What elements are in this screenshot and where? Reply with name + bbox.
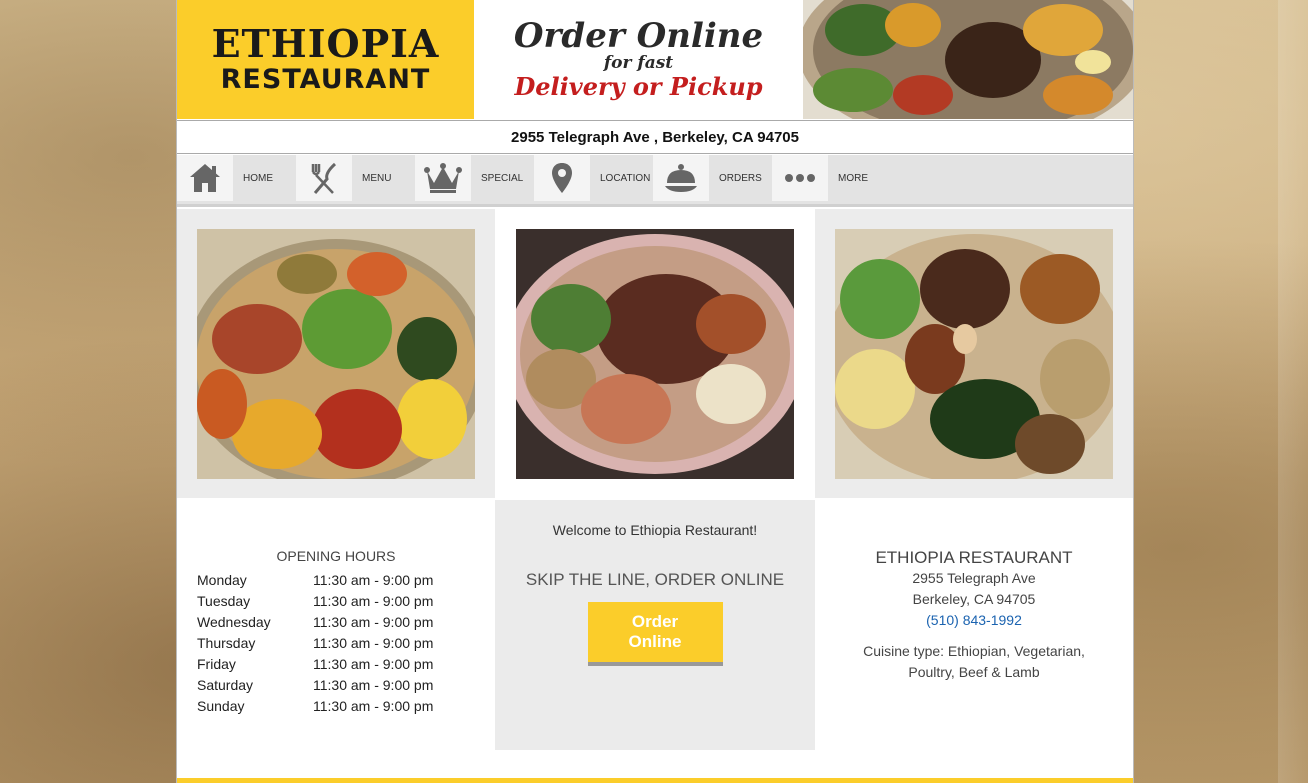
order-banner-line3: Delivery or Pickup	[514, 71, 763, 101]
photo-cell-right	[815, 209, 1133, 498]
hours-day: Friday	[197, 656, 236, 672]
logo-line2: RESTAURANT	[220, 63, 431, 95]
header-banner: ETHIOPIA RESTAURANT Order Online for fas…	[177, 0, 1133, 119]
hours-title: OPENING HOURS	[276, 548, 396, 564]
nav-label-orders: ORDERS	[719, 172, 762, 184]
street-address: 2955 Telegraph Ave	[912, 570, 1036, 586]
page-container: ETHIOPIA RESTAURANT Order Online for fas…	[176, 0, 1134, 783]
nav-label-menu: MENU	[362, 172, 392, 184]
map-pin-icon	[534, 155, 590, 201]
nav-item-home[interactable]: HOME	[177, 155, 296, 201]
hours-row: Thursday 11:30 am - 9:00 pm	[197, 633, 475, 654]
city-address: Berkeley, CA 94705	[912, 591, 1036, 607]
skip-line-heading: SKIP THE LINE, ORDER ONLINE	[525, 570, 785, 589]
nav-label-special: SPECIAL	[481, 172, 524, 184]
food-photo-3[interactable]	[835, 229, 1113, 479]
hours-day: Wednesday	[197, 614, 271, 630]
cloche-icon	[653, 155, 709, 201]
cuisine-type: Cuisine type: Ethiopian, Vegetarian, Pou…	[863, 643, 1085, 680]
hours-row: Wednesday 11:30 am - 9:00 pm	[197, 612, 475, 633]
more-dots-icon	[772, 155, 828, 201]
fork-knife-icon	[296, 155, 352, 201]
welcome-text: Welcome to Ethiopia Restaurant!	[552, 522, 758, 538]
nav-item-menu[interactable]: MENU	[296, 155, 415, 201]
photo-cell-left	[177, 209, 495, 498]
photo-cell-middle	[495, 209, 815, 498]
hours-row: Saturday 11:30 am - 9:00 pm	[197, 675, 475, 696]
hours-row: Sunday 11:30 am - 9:00 pm	[197, 696, 475, 717]
footer-strip	[177, 778, 1133, 783]
nav-label-location: LOCATION	[600, 172, 651, 184]
nav-item-more[interactable]: MORE	[772, 155, 891, 201]
contact-info: ETHIOPIA RESTAURANT 2955 Telegraph Ave B…	[815, 498, 1133, 750]
hours-day: Thursday	[197, 635, 256, 651]
order-banner-line1: Order Online	[513, 15, 764, 56]
order-online-banner[interactable]: Order Online for fast Delivery or Pickup	[474, 0, 803, 119]
hours-time: 11:30 am - 9:00 pm	[313, 614, 434, 630]
order-online-panel: Welcome to Ethiopia Restaurant! SKIP THE…	[495, 500, 815, 750]
food-photos-row	[177, 209, 1133, 498]
hours-day: Sunday	[197, 698, 245, 714]
hours-day: Monday	[197, 572, 247, 588]
info-row: OPENING HOURS Monday 11:30 am - 9:00 pm …	[177, 498, 1133, 750]
order-online-button[interactable]: Order Online	[587, 602, 723, 666]
phone-link[interactable]: (510) 843-1992	[815, 610, 1133, 631]
hours-row: Monday 11:30 am - 9:00 pm	[197, 570, 475, 591]
hours-time: 11:30 am - 9:00 pm	[313, 635, 434, 651]
banner-food-photo	[803, 0, 1133, 119]
hours-day: Saturday	[197, 677, 254, 693]
nav-label-more: MORE	[838, 172, 868, 184]
nav-item-orders[interactable]: ORDERS	[653, 155, 772, 201]
main-nav: HOME MENU SPECIAL LOCATION ORDERS MORE	[177, 155, 1133, 207]
logo-line1: ETHIOPIA	[211, 20, 440, 66]
nav-label-home: HOME	[243, 172, 273, 184]
home-icon	[177, 155, 233, 201]
nav-item-special[interactable]: SPECIAL	[415, 155, 534, 201]
hours-time: 11:30 am - 9:00 pm	[313, 593, 434, 609]
hours-day: Tuesday	[197, 593, 251, 609]
hours-row: Tuesday 11:30 am - 9:00 pm	[197, 591, 475, 612]
restaurant-name: ETHIOPIA RESTAURANT	[875, 548, 1073, 567]
hours-time: 11:30 am - 9:00 pm	[313, 698, 434, 714]
hours-time: 11:30 am - 9:00 pm	[313, 677, 434, 693]
address-bar: 2955 Telegraph Ave , Berkeley, CA 94705	[177, 120, 1133, 154]
order-banner-line2: for fast	[603, 52, 674, 73]
restaurant-logo[interactable]: ETHIOPIA RESTAURANT	[177, 0, 474, 119]
background-strip	[1278, 0, 1308, 783]
hours-time: 11:30 am - 9:00 pm	[313, 656, 434, 672]
opening-hours: OPENING HOURS Monday 11:30 am - 9:00 pm …	[177, 498, 495, 750]
food-photo-1[interactable]	[197, 229, 475, 479]
hours-row: Friday 11:30 am - 9:00 pm	[197, 654, 475, 675]
crown-icon	[415, 155, 471, 201]
food-photo-2[interactable]	[516, 229, 794, 479]
hours-time: 11:30 am - 9:00 pm	[313, 572, 434, 588]
nav-item-location[interactable]: LOCATION	[534, 155, 653, 201]
